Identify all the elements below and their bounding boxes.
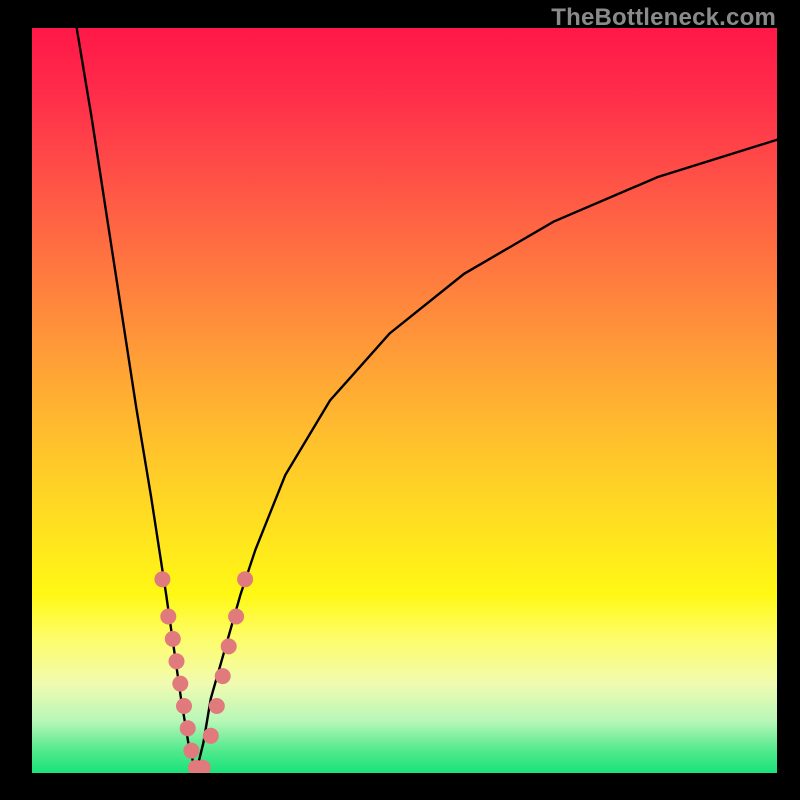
plot-area — [32, 28, 777, 773]
chart-svg — [32, 28, 777, 773]
data-point — [180, 720, 196, 736]
data-point — [237, 571, 253, 587]
data-point — [169, 653, 185, 669]
watermark-text: TheBottleneck.com — [551, 4, 776, 32]
data-point — [176, 698, 192, 714]
data-point — [165, 631, 181, 647]
data-point — [203, 728, 219, 744]
data-point — [154, 571, 170, 587]
dots-right-branch — [203, 571, 253, 744]
data-point — [183, 743, 199, 759]
data-point — [209, 698, 225, 714]
chart-frame: TheBottleneck.com — [0, 0, 800, 800]
data-point — [160, 609, 176, 625]
data-point — [172, 676, 188, 692]
data-point — [221, 638, 237, 654]
data-point — [215, 668, 231, 684]
data-point — [228, 609, 244, 625]
